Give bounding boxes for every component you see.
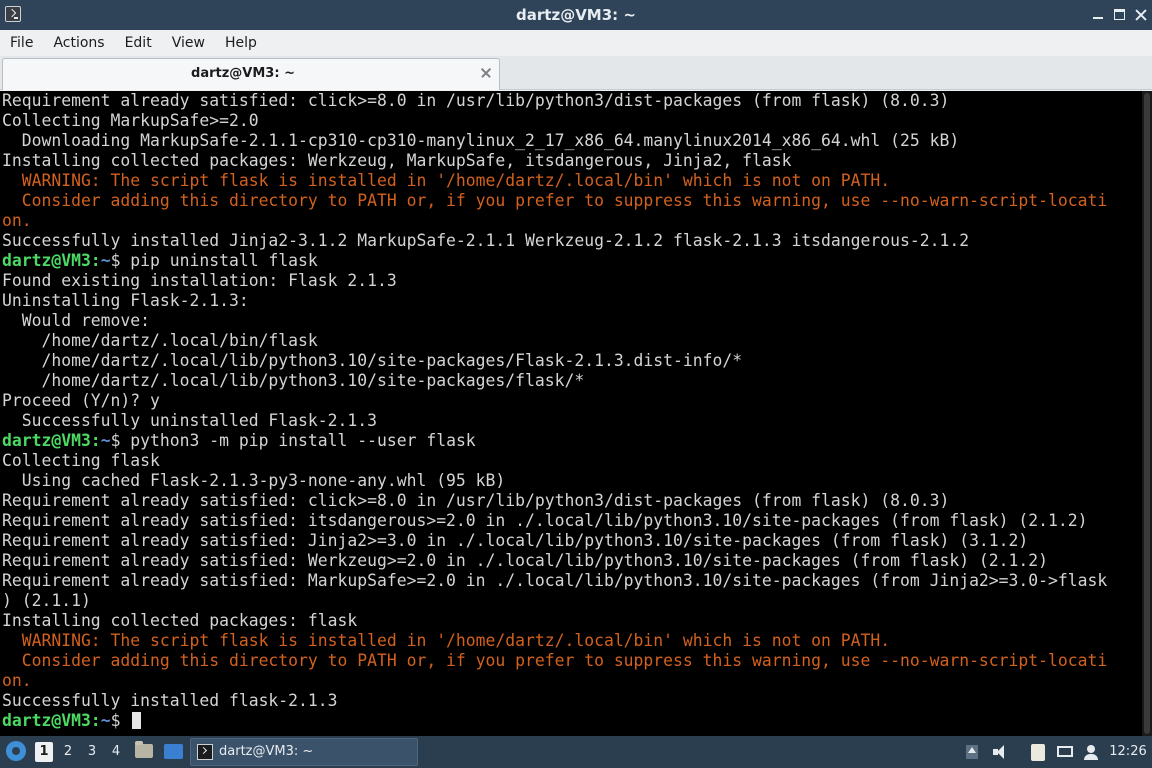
output-line: Collecting flask <box>2 451 160 470</box>
taskbar: 1 2 3 4 dartz@VM3: ~ 12:26 <box>0 736 1152 768</box>
tab-close-icon[interactable] <box>479 66 493 80</box>
network-icon[interactable] <box>1056 742 1074 762</box>
tab-terminal[interactable]: dartz@VM3: ~ <box>2 58 500 90</box>
warning-line: WARNING: The script flask is installed i… <box>2 171 891 190</box>
output-line: Successfully installed flask-2.1.3 <box>2 691 338 710</box>
prompt-line: dartz@VM3:~$ python3 -m pip install --us… <box>2 431 476 450</box>
warning-line: on. <box>2 671 32 690</box>
clock[interactable]: 12:26 <box>1107 736 1149 768</box>
terminal-output[interactable]: Requirement already satisfied: click>=8.… <box>0 91 1152 736</box>
warning-line: on. <box>2 211 32 230</box>
output-line: Uninstalling Flask-2.1.3: <box>2 291 249 310</box>
workspace-4[interactable]: 4 <box>107 742 125 762</box>
output-line: Collecting MarkupSafe>=2.0 <box>2 111 259 130</box>
output-line: /home/dartz/.local/lib/python3.10/site-p… <box>2 371 585 390</box>
workspace-2[interactable]: 2 <box>59 742 77 762</box>
warning-line: Consider adding this directory to PATH o… <box>2 651 1108 670</box>
output-line: Successfully installed Jinja2-3.1.2 Mark… <box>2 231 970 250</box>
output-line: Proceed (Y/n)? y <box>2 391 160 410</box>
output-line: Installing collected packages: Werkzeug,… <box>2 151 792 170</box>
app-menu-icon[interactable] <box>6 741 26 761</box>
output-line: Requirement already satisfied: Jinja2>=3… <box>2 531 1029 550</box>
output-line: /home/dartz/.local/bin/flask <box>2 331 318 350</box>
prompt: dartz@VM3:~ <box>2 251 111 270</box>
terminal-lines: Requirement already satisfied: click>=8.… <box>2 91 1142 731</box>
title-bar[interactable]: dartz@VM3: ~ <box>0 0 1152 30</box>
prompt-line: dartz@VM3:~$ <box>2 711 1142 731</box>
menu-file[interactable]: File <box>0 30 43 56</box>
menu-view[interactable]: View <box>162 30 215 56</box>
menu-actions[interactable]: Actions <box>43 30 114 56</box>
text-cursor <box>132 712 142 729</box>
output-line: Requirement already satisfied: MarkupSaf… <box>2 571 1108 590</box>
tab-label: dartz@VM3: ~ <box>191 66 295 81</box>
output-line: Found existing installation: Flask 2.1.3 <box>2 271 397 290</box>
scrollbar[interactable] <box>1142 91 1152 736</box>
output-line: Requirement already satisfied: click>=8.… <box>2 91 950 110</box>
warning-line: Consider adding this directory to PATH o… <box>2 191 1108 210</box>
workspace-3[interactable]: 3 <box>83 742 101 762</box>
output-line: /home/dartz/.local/lib/python3.10/site-p… <box>2 351 743 370</box>
window-title: dartz@VM3: ~ <box>516 6 636 24</box>
prompt: dartz@VM3:~ <box>2 711 111 730</box>
menu-help[interactable]: Help <box>215 30 267 56</box>
user-icon[interactable] <box>1082 742 1100 762</box>
clipboard-icon[interactable] <box>1029 742 1047 762</box>
output-line: ) (2.1.1) <box>2 591 91 610</box>
warning-line: WARNING: The script flask is installed i… <box>2 631 891 650</box>
terminal-icon <box>197 744 213 760</box>
output-line: Requirement already satisfied: Werkzeug>… <box>2 551 1049 570</box>
minimize-icon[interactable] <box>1088 5 1108 25</box>
taskbar-terminal-button[interactable]: dartz@VM3: ~ <box>190 738 418 766</box>
taskbar-task-label: dartz@VM3: ~ <box>219 744 314 759</box>
volume-icon[interactable] <box>991 742 1009 762</box>
prompt: dartz@VM3:~ <box>2 431 111 450</box>
output-line: Would remove: <box>2 311 151 330</box>
menu-bar: File Actions Edit View Help <box>0 30 1152 56</box>
maximize-icon[interactable] <box>1110 5 1130 25</box>
output-line: Installing collected packages: flask <box>2 611 358 630</box>
tab-bar: dartz@VM3: ~ <box>0 56 1152 90</box>
output-line: Requirement already satisfied: itsdanger… <box>2 511 1088 530</box>
output-line: Using cached Flask-2.1.3-py3-none-any.wh… <box>2 471 506 490</box>
output-line: Successfully uninstalled Flask-2.1.3 <box>2 411 377 430</box>
show-desktop-icon[interactable] <box>164 744 183 759</box>
output-line: Requirement already satisfied: click>=8.… <box>2 491 950 510</box>
tray-expand-icon[interactable] <box>963 742 981 762</box>
close-icon[interactable] <box>1131 5 1151 25</box>
output-line: Downloading MarkupSafe-2.1.1-cp310-cp310… <box>2 131 960 150</box>
prompt-line: dartz@VM3:~$ pip uninstall flask <box>2 251 318 270</box>
terminal-window: dartz@VM3: ~ File Actions Edit View Help… <box>0 0 1152 736</box>
workspace-1[interactable]: 1 <box>35 742 53 762</box>
file-manager-icon[interactable] <box>135 741 153 758</box>
menu-edit[interactable]: Edit <box>115 30 162 56</box>
scrollbar-thumb[interactable] <box>1144 93 1150 734</box>
